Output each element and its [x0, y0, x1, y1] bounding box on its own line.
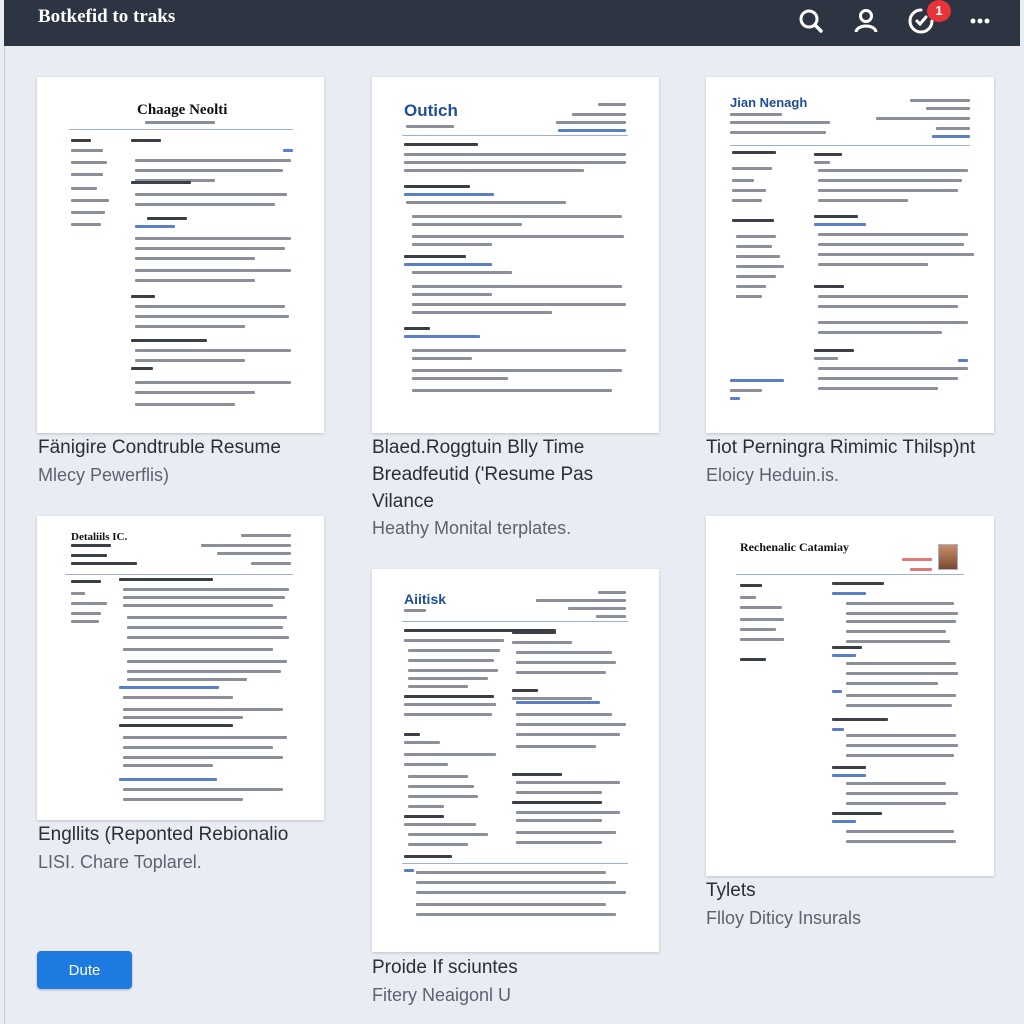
done-button[interactable]: Dute: [37, 951, 132, 989]
resume-thumbnail[interactable]: Jian Nenagh: [706, 77, 994, 433]
app-title: Botkefid to traks: [38, 6, 176, 27]
thumbnail-doc-name: Aiitisk: [404, 591, 447, 607]
resume-thumbnail[interactable]: Outich: [372, 77, 659, 433]
notification-badge: 1: [927, 0, 951, 22]
thumbnail-doc-name: Detaliils IC.: [71, 531, 128, 543]
card-subtitle: Fitery Neaigonl U: [372, 985, 512, 1005]
resume-thumbnail[interactable]: Aiitisk: [372, 569, 659, 952]
card-title[interactable]: Proide If sciuntes: [372, 957, 518, 979]
card-title[interactable]: Tylets: [706, 880, 756, 902]
card-subtitle: Mlecy Pewerflis): [38, 465, 170, 485]
resume-thumbnail[interactable]: Chaage Neolti: [37, 77, 324, 433]
thumbnail-doc-name: Outich: [404, 101, 458, 120]
photo-avatar: [938, 544, 958, 570]
card-title-line-1[interactable]: Blaed.Roggtuin Blly Time: [372, 437, 584, 459]
card-subtitle: Flloy Diticy Insurals: [706, 908, 862, 928]
thumbnail-doc-name: Jian Nenagh: [730, 95, 808, 110]
card-title[interactable]: Tiot Perningra Rimimic Thilsp)nt: [706, 437, 975, 459]
resume-thumbnail[interactable]: Detaliils IC.: [37, 516, 324, 820]
card-subtitle: LISI. Chare Toplarel.: [38, 852, 202, 872]
card-title[interactable]: Fänigire Condtruble Resume: [38, 437, 281, 459]
card-subtitle: Heathy Monital terplates.: [372, 518, 572, 538]
thumbnail-doc-name: Rechenalic Catamiay: [740, 540, 849, 554]
user-icon[interactable]: [849, 4, 883, 38]
left-border: [4, 46, 5, 1024]
resume-thumbnail[interactable]: Rechenalic Catamiay: [706, 516, 994, 876]
card-subtitle: Eloicy Heduin.is.: [706, 465, 840, 485]
card-title-line-2[interactable]: Breadfeutid ('Resume Pas: [372, 464, 593, 486]
search-icon[interactable]: [794, 4, 828, 38]
more-icon[interactable]: [963, 4, 997, 38]
card-title-line-3[interactable]: Vilance: [372, 491, 434, 513]
thumbnail-doc-name: Chaage Neolti: [137, 102, 228, 118]
card-title[interactable]: Engllits (Reponted Rebionalio: [38, 824, 288, 846]
